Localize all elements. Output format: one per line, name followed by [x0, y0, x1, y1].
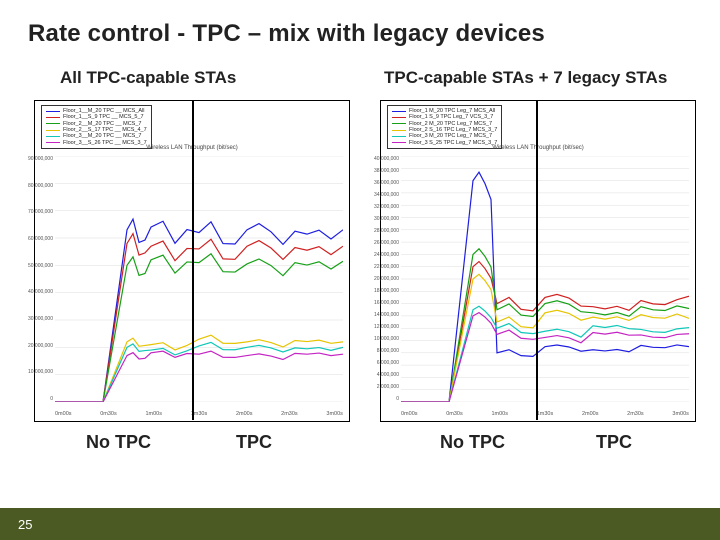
slide-title: Rate control - TPC – mix with legacy dev… — [28, 20, 545, 48]
chart-right-yticks: 40,000,00038,000,00036,000,00034,000,000… — [383, 156, 399, 402]
chart-right: Floor_1 M_20 TPC Leg_7 MCS_AllFloor_1 S_… — [380, 100, 696, 422]
subtitle-left: All TPC-capable STAs — [60, 68, 236, 88]
label-left-tpc: TPC — [236, 432, 272, 453]
subtitle-right: TPC-capable STAs + 7 legacy STAs — [384, 68, 667, 88]
chart-right-xticks: 0m00s0m30s1m00s1m30s2m00s2m30s3m00s — [401, 411, 689, 417]
chart-left-plot — [55, 156, 343, 402]
label-right-notpc: No TPC — [440, 432, 505, 453]
legend-left: Floor_1__M_20 TPC __ MCS_AllFloor_1__S_9… — [41, 105, 152, 149]
chart-left-yticks: 90,000,00080,000,00070,000,00060,000,000… — [37, 156, 53, 402]
footer-bar: 25 — [0, 508, 720, 540]
chart-right-title: Wireless LAN Throughput (bit/sec) — [381, 145, 695, 151]
page-number: 25 — [18, 517, 32, 532]
divider-right — [536, 100, 538, 420]
legend-right: Floor_1 M_20 TPC Leg_7 MCS_AllFloor_1 S_… — [387, 105, 502, 149]
divider-left — [192, 100, 194, 420]
label-left-notpc: No TPC — [86, 432, 151, 453]
chart-right-plot — [401, 156, 689, 402]
chart-left-xticks: 0m00s0m30s1m00s1m30s2m00s2m30s3m00s — [55, 411, 343, 417]
label-right-tpc: TPC — [596, 432, 632, 453]
